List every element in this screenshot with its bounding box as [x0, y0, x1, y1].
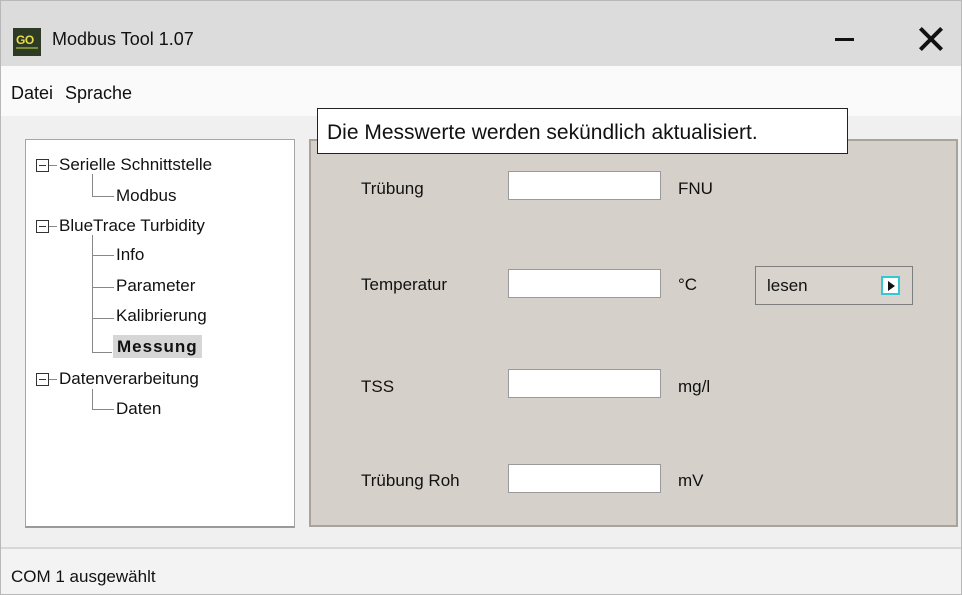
close-icon	[918, 26, 944, 52]
play-arrow-icon[interactable]	[881, 276, 900, 295]
unit-temperatur: °C	[678, 275, 698, 294]
menu-sprache[interactable]: Sprache	[65, 83, 132, 104]
tree-connector	[49, 379, 57, 380]
tree-connector	[92, 196, 114, 197]
tree-item-modbus[interactable]: Modbus	[116, 186, 176, 206]
tree-item-parameter[interactable]: Parameter	[116, 276, 195, 296]
close-button[interactable]	[906, 19, 956, 59]
tree-connector	[49, 165, 57, 166]
tree-item-info[interactable]: Info	[116, 245, 144, 265]
select-value: lesen	[767, 276, 808, 295]
tree-connector	[92, 174, 93, 196]
unit-truebung-roh: mV	[678, 471, 704, 490]
menu-datei[interactable]: Datei	[11, 83, 53, 104]
collapse-icon[interactable]	[36, 373, 49, 386]
window-title: Modbus Tool 1.07	[52, 29, 194, 49]
temperature-read-select[interactable]: lesen	[755, 266, 913, 305]
collapse-icon[interactable]	[36, 220, 49, 233]
tree-connector	[49, 226, 57, 227]
tree-connector	[92, 235, 93, 352]
info-tooltip: Die Messwerte werden sekündlich aktualis…	[317, 108, 848, 154]
tree-group-datenverarbeitung[interactable]: Datenverarbeitung	[59, 369, 199, 389]
status-bar: COM 1 ausgewählt	[1, 547, 961, 594]
tree-item-kalibrierung[interactable]: Kalibrierung	[116, 306, 207, 326]
logo-text: GO	[16, 33, 34, 47]
temperatur-field[interactable]	[508, 269, 661, 298]
label-temperatur: Temperatur	[361, 275, 447, 294]
app-logo: GO	[13, 28, 41, 56]
truebung-field[interactable]	[508, 171, 661, 200]
truebung-roh-field[interactable]	[508, 464, 661, 493]
label-truebung-roh: Trübung Roh	[361, 471, 460, 490]
navigation-tree: Serielle Schnittstelle Modbus BlueTrace …	[25, 139, 295, 528]
minimize-button[interactable]	[819, 19, 869, 59]
unit-tss: mg/l	[678, 377, 711, 396]
minimize-icon	[834, 37, 854, 41]
collapse-icon[interactable]	[36, 159, 49, 172]
tree-group-serielle-schnittstelle[interactable]: Serielle Schnittstelle	[59, 155, 212, 175]
tree-connector	[92, 318, 114, 319]
tree-connector	[92, 409, 114, 410]
title-bar: GO Modbus Tool 1.07	[1, 1, 961, 66]
tree-connector	[92, 389, 93, 409]
tree-item-messung[interactable]: Messung	[113, 335, 202, 358]
status-text: COM 1 ausgewählt	[11, 567, 156, 586]
tree-connector	[92, 287, 114, 288]
tree-item-daten[interactable]: Daten	[116, 399, 161, 419]
tree-connector	[92, 352, 112, 353]
label-truebung: Trübung	[361, 179, 424, 198]
unit-truebung: FNU	[678, 179, 713, 198]
tree-connector	[92, 255, 114, 256]
label-tss: TSS	[361, 377, 395, 396]
app-window: GO Modbus Tool 1.07 Datei Sprache Seriel…	[0, 0, 962, 595]
logo-underline	[16, 47, 38, 49]
tree-group-bluetrace-turbidity[interactable]: BlueTrace Turbidity	[59, 216, 205, 236]
tss-field[interactable]	[508, 369, 661, 398]
